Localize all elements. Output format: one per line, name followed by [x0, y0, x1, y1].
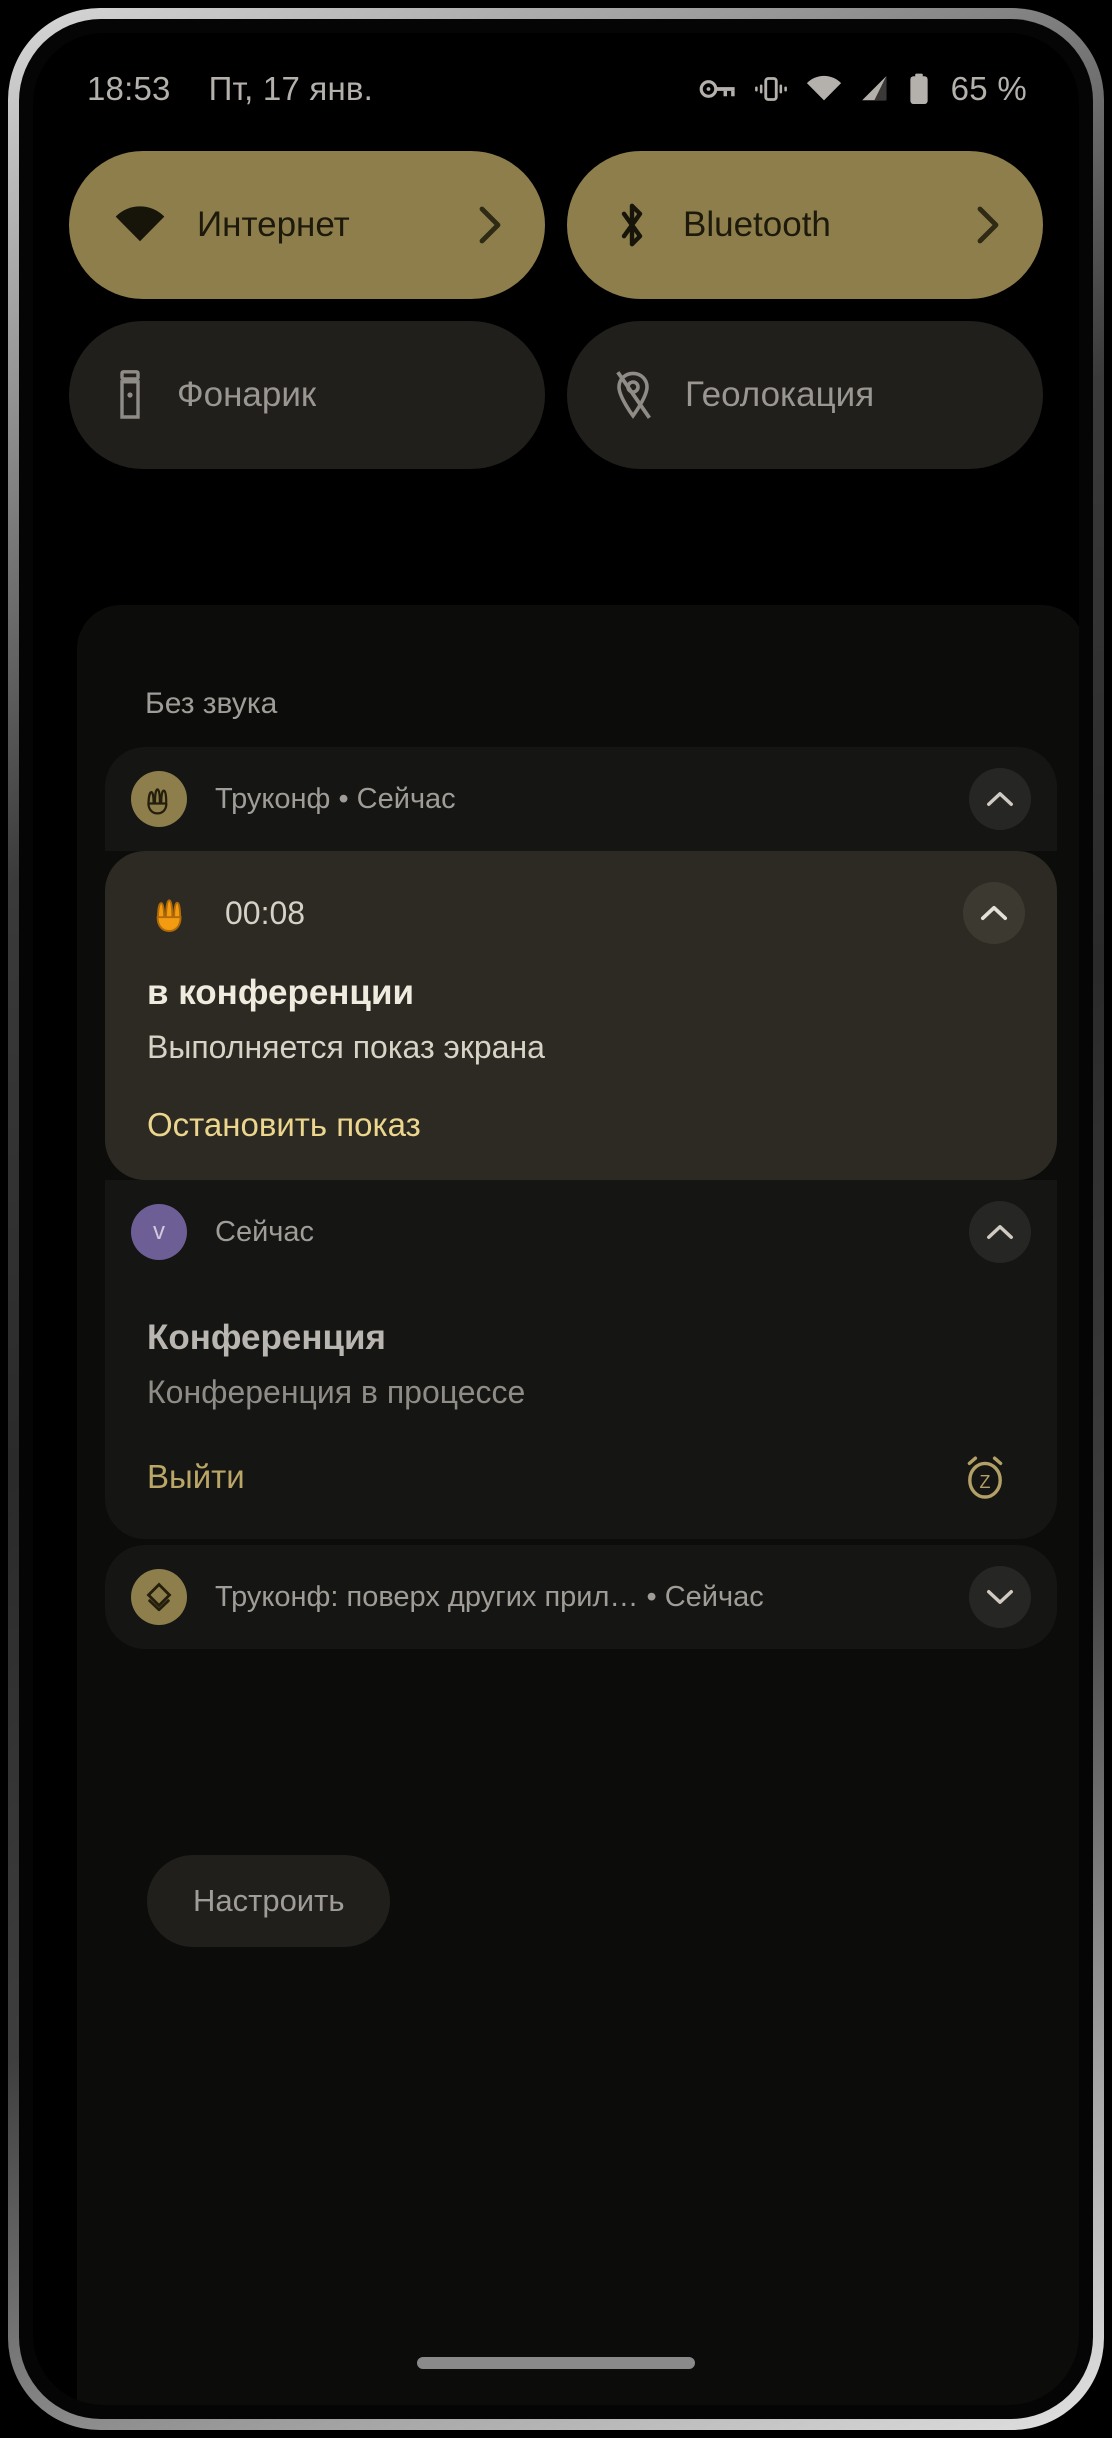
status-bar-right: 65 % — [699, 70, 1027, 108]
qs-tile-bluetooth-label: Bluetooth — [683, 205, 831, 244]
battery-percent: 65 % — [950, 70, 1027, 107]
phone-screen: 18:53 Пт, 17 янв. 65 % Интернет Bluetoot… — [33, 33, 1079, 2405]
vpn-key-icon — [699, 80, 735, 98]
qs-tile-internet-label: Интернет — [197, 205, 350, 244]
svg-text:Z: Z — [980, 1472, 991, 1492]
signal-icon — [861, 76, 886, 101]
notification-card-conference[interactable]: Конференция Конференция в процессе Выйти… — [105, 1284, 1057, 1539]
chevron-down-icon — [987, 1590, 1013, 1604]
notification-timer: 00:08 — [225, 894, 306, 931]
expand-button[interactable] — [969, 1566, 1031, 1628]
avatar: v — [131, 1204, 187, 1260]
battery-icon — [909, 73, 928, 105]
manage-notifications-label: Настроить — [193, 1883, 345, 1918]
vibrate-icon — [754, 77, 787, 101]
qs-tile-location[interactable]: Геолокация — [567, 321, 1043, 469]
notification-shade: Без звука Труконф • Сейчас 00:08 в конфе… — [77, 605, 1079, 2405]
home-gesture-bar[interactable] — [417, 2357, 695, 2369]
notification-actions: Остановить показ — [147, 1106, 1025, 1144]
qs-tile-internet[interactable]: Интернет — [69, 151, 545, 299]
snooze-alarm-icon[interactable]: Z — [959, 1451, 1011, 1503]
notification-group-title: Сейчас — [215, 1215, 315, 1248]
stop-sharing-button[interactable]: Остановить показ — [147, 1106, 421, 1144]
notification-card-screenshare[interactable]: 00:08 в конференции Выполняется показ эк… — [105, 851, 1057, 1180]
chevron-up-icon — [987, 792, 1013, 806]
avatar — [131, 771, 187, 827]
silent-section-header: Без звука — [145, 687, 278, 720]
truconf-people-icon — [147, 788, 168, 815]
qs-tile-bluetooth[interactable]: Bluetooth — [567, 151, 1043, 299]
bluetooth-icon — [621, 203, 643, 247]
leave-conference-button[interactable]: Выйти — [147, 1458, 245, 1496]
notification-group-conference: v Сейчас Конференция Конференция в проце… — [105, 1180, 1057, 1539]
notification-group-header[interactable]: Труконф • Сейчас — [105, 747, 1057, 851]
collapse-button[interactable] — [963, 882, 1025, 944]
phone-device-frame: 18:53 Пт, 17 янв. 65 % Интернет Bluetoot… — [8, 8, 1104, 2430]
collapse-button[interactable] — [969, 1201, 1031, 1263]
notification-list: Труконф • Сейчас 00:08 в конференции Вып… — [105, 747, 1057, 1649]
notification-row-overlay[interactable]: Труконф: поверх других прил… • Сейчас — [105, 1545, 1057, 1649]
collapse-button[interactable] — [969, 768, 1031, 830]
notification-card-header: 00:08 — [137, 879, 1025, 947]
qs-tile-flashlight-label: Фонарик — [177, 375, 317, 414]
status-bar-left: 18:53 Пт, 17 янв. — [87, 70, 373, 108]
status-bar: 18:53 Пт, 17 янв. 65 % — [33, 33, 1079, 145]
manage-notifications-button[interactable]: Настроить — [147, 1855, 391, 1947]
chevron-right-icon[interactable] — [477, 205, 503, 245]
notification-body: Конференция в процессе — [147, 1374, 526, 1410]
chevron-right-icon[interactable] — [975, 205, 1001, 245]
notification-row-title: Труконф: поверх других прил… • Сейчас — [215, 1580, 764, 1613]
notification-actions: Выйти Z — [147, 1451, 1025, 1503]
notification-group-truconf: Труконф • Сейчас 00:08 в конференции Вып… — [105, 747, 1057, 1180]
chevron-up-icon — [987, 1225, 1013, 1239]
flashlight-icon — [120, 370, 140, 419]
notification-group-header[interactable]: v Сейчас — [105, 1180, 1057, 1284]
notification-body: Выполняется показ экрана — [147, 1029, 545, 1065]
chevron-up-icon — [980, 905, 1008, 921]
status-time: 18:53 — [87, 70, 171, 107]
overlay-diamond-icon — [146, 1582, 172, 1612]
people-orange-icon — [145, 887, 197, 939]
qs-tile-flashlight[interactable]: Фонарик — [69, 321, 545, 469]
notification-title: Конференция — [147, 1318, 386, 1357]
notification-group-title: Труконф • Сейчас — [215, 782, 456, 815]
avatar-letter: v — [153, 1218, 165, 1245]
phone-bezel: 18:53 Пт, 17 янв. 65 % Интернет Bluetoot… — [19, 19, 1093, 2419]
location-off-icon — [616, 371, 651, 419]
wifi-icon — [806, 75, 841, 101]
avatar — [131, 1569, 187, 1625]
quick-settings-tiles: Интернет Bluetooth Фонарик Геолокация — [33, 151, 1079, 469]
wifi-icon — [115, 206, 165, 242]
qs-tile-location-label: Геолокация — [685, 375, 875, 414]
notification-title: в конференции — [147, 973, 414, 1012]
status-date: Пт, 17 янв. — [208, 70, 373, 107]
